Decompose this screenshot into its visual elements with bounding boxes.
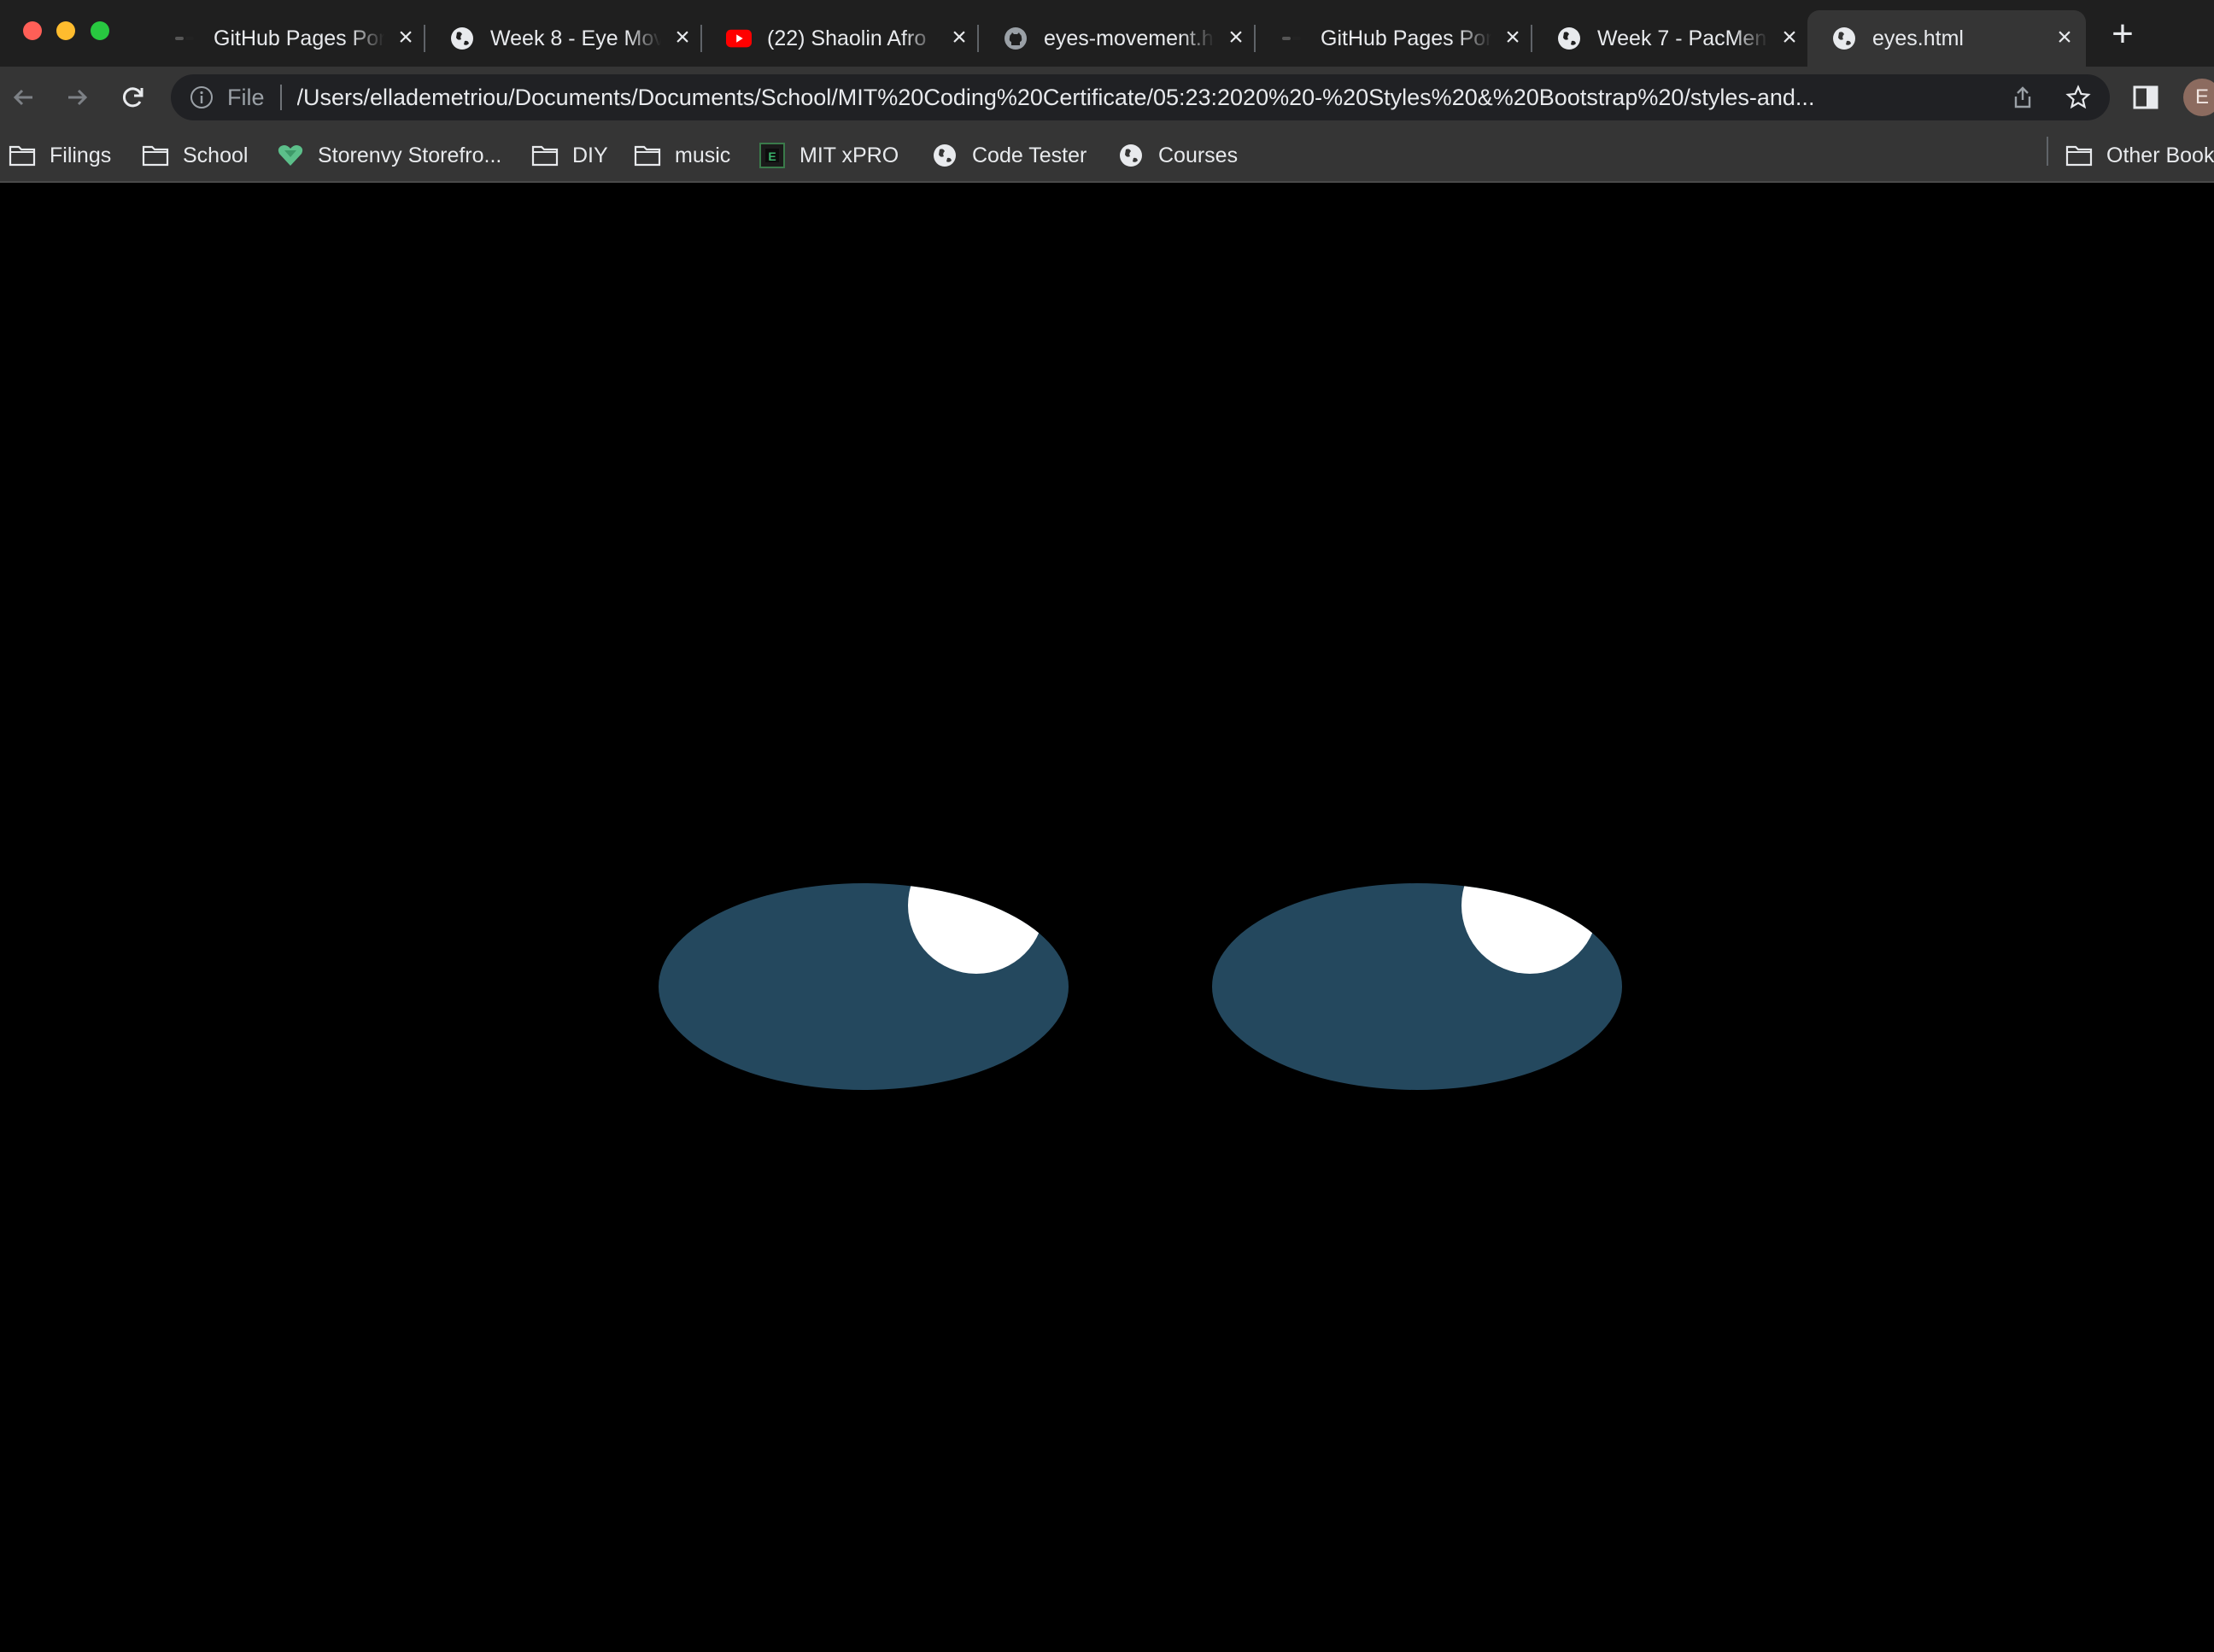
bookmark-label: MIT xPRO [800, 143, 899, 167]
tab-week-7-pacmen[interactable]: Week 7 - PacMen × [1532, 10, 1809, 67]
tab-week-8-eye-movement[interactable]: Week 8 - Eye Movement × [425, 10, 702, 67]
tab-close-icon[interactable]: × [2052, 25, 2077, 51]
globe-icon [1831, 26, 1857, 51]
bookmark-storenvy[interactable]: Storenvy Storefro... [277, 138, 501, 173]
address-bar[interactable]: File /Users/ellademetriou/Documents/Docu… [171, 74, 2110, 120]
bookmark-music[interactable]: music [634, 138, 730, 173]
address-divider [279, 85, 282, 110]
window-minimize-button[interactable] [56, 21, 75, 40]
back-arrow-icon [13, 89, 32, 106]
bookmark-label: DIY [572, 143, 608, 167]
side-panel-icon[interactable] [2133, 85, 2158, 109]
page-viewport [0, 185, 2214, 1652]
bookmark-label: Other Bookmarks [2106, 143, 2214, 167]
github-pages-icon [173, 26, 198, 51]
other-bookmarks[interactable]: Other Bookmarks [2065, 138, 2214, 173]
new-tab-button[interactable]: + [2106, 15, 2139, 53]
tab-title: Week 7 - PacMen [1597, 26, 1767, 50]
back-button[interactable] [3, 77, 44, 118]
folder-icon [142, 144, 169, 167]
github-pages-icon [1280, 26, 1305, 51]
tab-strip: GitHub Pages Portfolio × Week 8 - Eye Mo… [0, 0, 2214, 67]
globe-icon [1117, 144, 1145, 167]
bookmark-courses[interactable]: Courses [1117, 138, 1238, 173]
scheme-label: File [227, 84, 265, 110]
bookmark-label: Filings [50, 143, 112, 167]
tab-eyes-movement-github[interactable]: eyes-movement.html × [979, 10, 1256, 67]
tab-close-icon[interactable]: × [1777, 25, 1802, 51]
share-icon[interactable] [2011, 85, 2035, 109]
storenvy-heart-icon [277, 144, 304, 167]
svg-text:E: E [768, 149, 776, 163]
youtube-icon [726, 26, 752, 51]
bookmark-filings[interactable]: Filings [9, 138, 111, 173]
bookmark-label: Courses [1158, 143, 1239, 167]
mit-xpro-icon: E [758, 143, 786, 168]
left-eye [659, 883, 1069, 1090]
forward-button[interactable] [56, 77, 97, 118]
reload-icon [122, 87, 144, 108]
bookmark-label: School [183, 143, 249, 167]
url-text[interactable]: /Users/ellademetriou/Documents/Documents… [297, 85, 2010, 111]
bookmark-code-tester[interactable]: Code Tester [931, 138, 1086, 173]
tab-github-pages-portfolio-2[interactable]: GitHub Pages Portfolio × [1256, 10, 1532, 67]
left-pupil [908, 883, 1045, 974]
globe-icon [1556, 26, 1582, 51]
bookmark-mit-xpro[interactable]: E MIT xPRO [758, 138, 899, 173]
tab-title: eyes.html [1872, 26, 1964, 50]
forward-arrow-icon [68, 89, 88, 106]
tab-close-icon[interactable]: × [1500, 25, 1526, 51]
reload-button[interactable] [113, 77, 154, 118]
bookmark-diy[interactable]: DIY [531, 138, 608, 173]
tab-close-icon[interactable]: × [393, 25, 419, 51]
folder-icon [634, 144, 661, 167]
tab-github-pages-portfolio[interactable]: GitHub Pages Portfolio × [149, 10, 425, 67]
right-eye [1212, 883, 1622, 1090]
folder-icon [2065, 144, 2093, 167]
bookmark-label: Code Tester [972, 143, 1087, 167]
bookmark-star-icon[interactable] [2065, 85, 2091, 110]
bookmark-label: music [675, 143, 731, 167]
tab-title: GitHub Pages Portfolio [214, 26, 384, 50]
tab-title: (22) Shaolin Afro [767, 26, 927, 50]
tab-close-icon[interactable]: × [1223, 25, 1249, 51]
tab-title: eyes-movement.html [1044, 26, 1215, 50]
profile-avatar[interactable]: E [2183, 79, 2214, 116]
github-icon [1003, 26, 1028, 51]
bookmarks-bar: Filings School Storenvy Storefro... DIY … [0, 128, 2214, 183]
tab-close-icon[interactable]: × [946, 25, 972, 51]
tab-title: GitHub Pages Portfolio [1321, 26, 1491, 50]
tab-title: Week 8 - Eye Movement [490, 26, 661, 50]
globe-icon [449, 26, 475, 51]
info-icon[interactable] [190, 85, 214, 109]
bookmarks-separator [2047, 137, 2048, 166]
folder-icon [9, 144, 36, 167]
tab-eyes-html[interactable]: eyes.html × [1807, 10, 2086, 67]
tab-close-icon[interactable]: × [670, 25, 695, 51]
browser-chrome: GitHub Pages Portfolio × Week 8 - Eye Mo… [0, 0, 2214, 185]
window-close-button[interactable] [23, 21, 42, 40]
tab-shaolin-afro[interactable]: (22) Shaolin Afro × [702, 10, 979, 67]
folder-icon [531, 144, 559, 167]
toolbar: File /Users/ellademetriou/Documents/Docu… [0, 67, 2214, 128]
bookmark-school[interactable]: School [142, 138, 248, 173]
right-pupil [1461, 883, 1598, 974]
window-maximize-button[interactable] [91, 21, 109, 40]
bookmark-label: Storenvy Storefro... [318, 143, 502, 167]
globe-icon [931, 144, 958, 167]
